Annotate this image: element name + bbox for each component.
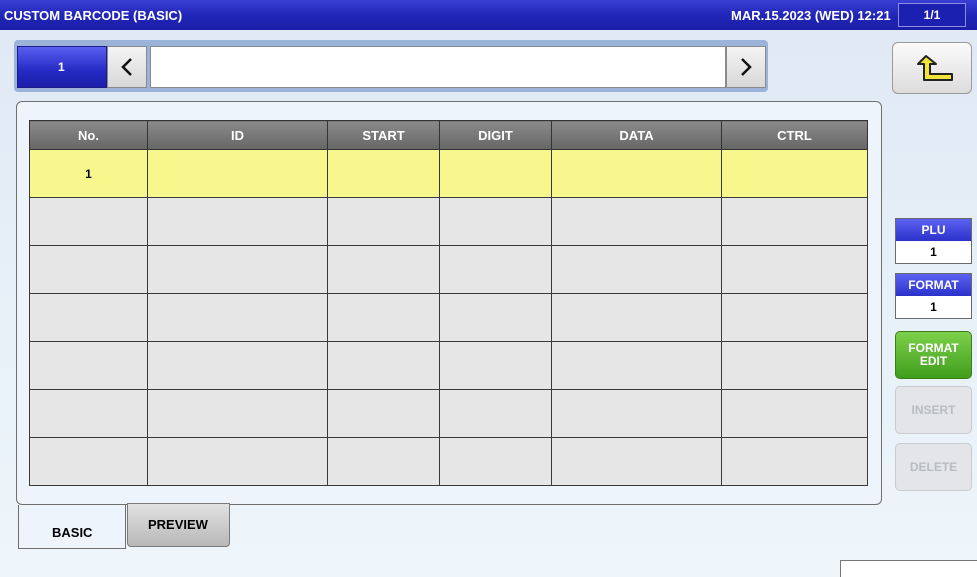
cell[interactable]: [551, 293, 722, 342]
format-box: FORMAT 1: [895, 273, 972, 319]
col-digit: DIGIT: [439, 120, 552, 150]
cell[interactable]: [721, 389, 868, 438]
format-label: FORMAT: [896, 274, 971, 296]
cell[interactable]: 1: [29, 149, 148, 198]
table-row[interactable]: [29, 197, 868, 246]
format-edit-button[interactable]: FORMAT EDIT: [895, 331, 972, 379]
cell[interactable]: [147, 197, 328, 246]
cell[interactable]: [439, 389, 552, 438]
cell[interactable]: [147, 389, 328, 438]
tab-basic[interactable]: BASIC: [18, 505, 126, 549]
cell[interactable]: [29, 197, 148, 246]
next-button[interactable]: [726, 46, 766, 88]
cell[interactable]: [551, 437, 722, 486]
screen-title: CUSTOM BARCODE (BASIC): [4, 8, 183, 23]
title-bar: CUSTOM BARCODE (BASIC) MAR.15.2023 (WED)…: [0, 0, 977, 30]
cell[interactable]: [147, 341, 328, 390]
plu-box: PLU 1: [895, 218, 972, 264]
cell[interactable]: [327, 293, 440, 342]
cell[interactable]: [439, 341, 552, 390]
cell[interactable]: [439, 245, 552, 294]
cell[interactable]: [29, 245, 148, 294]
format-edit-line2: EDIT: [919, 354, 948, 368]
cell[interactable]: [721, 197, 868, 246]
tab-preview[interactable]: PREVIEW: [127, 503, 230, 547]
cell[interactable]: [29, 437, 148, 486]
plu-value: 1: [896, 241, 971, 263]
cell[interactable]: [721, 341, 868, 390]
cell[interactable]: [721, 437, 868, 486]
status-area: [840, 560, 977, 577]
insert-button[interactable]: INSERT: [895, 386, 972, 434]
tab-basic-label: BASIC: [52, 525, 93, 540]
prev-button[interactable]: [107, 46, 147, 88]
cell[interactable]: [439, 197, 552, 246]
chevron-left-icon: [121, 58, 132, 76]
cell[interactable]: [721, 245, 868, 294]
cell[interactable]: [327, 245, 440, 294]
col-ctrl: CTRL: [721, 120, 868, 150]
cell[interactable]: [551, 341, 722, 390]
col-data: DATA: [551, 120, 722, 150]
page-indicator: 1/1: [898, 3, 966, 27]
return-arrow-icon: [917, 55, 953, 81]
cell[interactable]: [327, 389, 440, 438]
cell[interactable]: [721, 293, 868, 342]
barcode-table: No. ID START DIGIT DATA CTRL 1: [29, 120, 868, 486]
cell[interactable]: [551, 197, 722, 246]
cell[interactable]: [551, 389, 722, 438]
cell[interactable]: [439, 293, 552, 342]
cell[interactable]: [147, 437, 328, 486]
cell[interactable]: [327, 341, 440, 390]
cell[interactable]: [551, 149, 722, 198]
format-value: 1: [896, 296, 971, 318]
delete-button[interactable]: DELETE: [895, 443, 972, 491]
record-number[interactable]: 1: [17, 46, 107, 88]
plu-label: PLU: [896, 219, 971, 241]
date-time: MAR.15.2023 (WED) 12:21: [731, 8, 891, 23]
cell[interactable]: [327, 149, 440, 198]
cell[interactable]: [29, 293, 148, 342]
cell[interactable]: [29, 341, 148, 390]
col-id: ID: [147, 120, 328, 150]
cell[interactable]: [439, 437, 552, 486]
name-field[interactable]: [150, 46, 726, 88]
cell[interactable]: [29, 389, 148, 438]
col-start: START: [327, 120, 440, 150]
cell[interactable]: [439, 149, 552, 198]
cell[interactable]: [721, 149, 868, 198]
table-row[interactable]: 1: [29, 149, 868, 198]
tab-preview-label: PREVIEW: [148, 517, 208, 532]
cell[interactable]: [551, 245, 722, 294]
table-row[interactable]: [29, 293, 868, 342]
table-row[interactable]: [29, 245, 868, 294]
cell[interactable]: [147, 149, 328, 198]
cell[interactable]: [147, 293, 328, 342]
back-button[interactable]: [892, 42, 972, 94]
table-row[interactable]: [29, 389, 868, 438]
cell[interactable]: [327, 437, 440, 486]
cell[interactable]: [327, 197, 440, 246]
table-row[interactable]: [29, 341, 868, 390]
cell[interactable]: [147, 245, 328, 294]
chevron-right-icon: [741, 58, 752, 76]
table-row[interactable]: [29, 437, 868, 486]
col-no: No.: [29, 120, 148, 150]
table-header: No. ID START DIGIT DATA CTRL: [29, 120, 868, 150]
